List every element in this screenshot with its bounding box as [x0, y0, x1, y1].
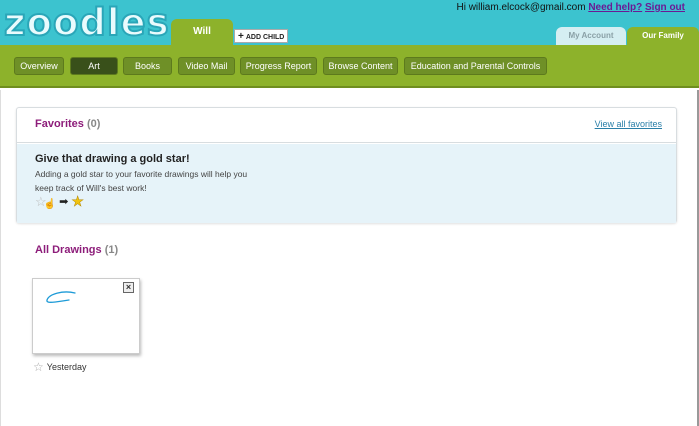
nav-overview[interactable]: Overview: [14, 57, 64, 75]
arrow-right-icon: ➡: [59, 196, 69, 208]
favorites-count: (0): [86, 118, 101, 130]
tip-line-1: Adding a gold star to your favorite draw…: [35, 169, 248, 179]
nav-progress-report[interactable]: Progress Report: [240, 57, 317, 75]
nav-books[interactable]: Books: [123, 57, 172, 75]
gold-star-tip: Give that drawing a gold star! Adding a …: [17, 144, 676, 223]
cursor-hand-icon: ☝: [43, 199, 57, 210]
star-gold-icon: ★: [71, 193, 84, 210]
nav-video-mail[interactable]: Video Mail: [178, 57, 235, 75]
sign-out-link[interactable]: Sign out: [645, 2, 685, 13]
tip-illustration: ☆ ☝ ➡ ★: [35, 193, 84, 210]
greeting-text: Hi william.elcock@gmail.com: [456, 2, 586, 13]
need-help-link[interactable]: Need help?: [588, 2, 642, 13]
account-links: Hi william.elcock@gmail.com Need help? S…: [456, 2, 685, 13]
add-child-button[interactable]: + ADD CHILD: [234, 29, 289, 43]
tip-description: Adding a gold star to your favorite draw…: [35, 167, 275, 195]
drawing-date: Yesterday: [46, 362, 87, 372]
view-all-favorites-link[interactable]: View all favorites: [595, 119, 662, 129]
tip-title: Give that drawing a gold star!: [35, 153, 190, 165]
star-outline-icon[interactable]: ☆: [33, 360, 44, 374]
nav-art[interactable]: Art: [70, 57, 118, 75]
all-drawings-count: (1): [104, 244, 119, 256]
nav-education-parental-controls[interactable]: Education and Parental Controls: [404, 57, 547, 75]
drawing-thumbnail[interactable]: ×: [32, 278, 140, 354]
favorites-title: Favorites (0): [35, 118, 100, 130]
favorites-title-text: Favorites: [35, 118, 84, 130]
child-tab-will[interactable]: Will: [171, 19, 233, 46]
all-drawings-title-text: All Drawings: [35, 244, 102, 256]
header-bar: zoodles Will + ADD CHILD Hi william.elco…: [0, 0, 699, 46]
zoodles-logo[interactable]: zoodles: [3, 2, 170, 44]
favorites-panel: Favorites (0) View all favorites Give th…: [16, 107, 677, 223]
tab-my-account[interactable]: My Account: [556, 27, 626, 45]
tab-our-family[interactable]: Our Family: [627, 27, 699, 45]
nav-browse-content[interactable]: Browse Content: [323, 57, 398, 75]
main-nav: Overview Art Books Video Mail Progress R…: [0, 45, 699, 88]
plus-icon: +: [238, 31, 244, 42]
drawing-scribble: [46, 291, 76, 303]
favorites-header: Favorites (0) View all favorites: [17, 108, 676, 143]
drawing-caption: ☆ Yesterday: [33, 360, 86, 374]
add-child-label: ADD CHILD: [245, 33, 285, 41]
all-drawings-title: All Drawings (1): [35, 244, 118, 256]
close-icon[interactable]: ×: [123, 282, 134, 293]
content-area: Favorites (0) View all favorites Give th…: [0, 90, 699, 426]
